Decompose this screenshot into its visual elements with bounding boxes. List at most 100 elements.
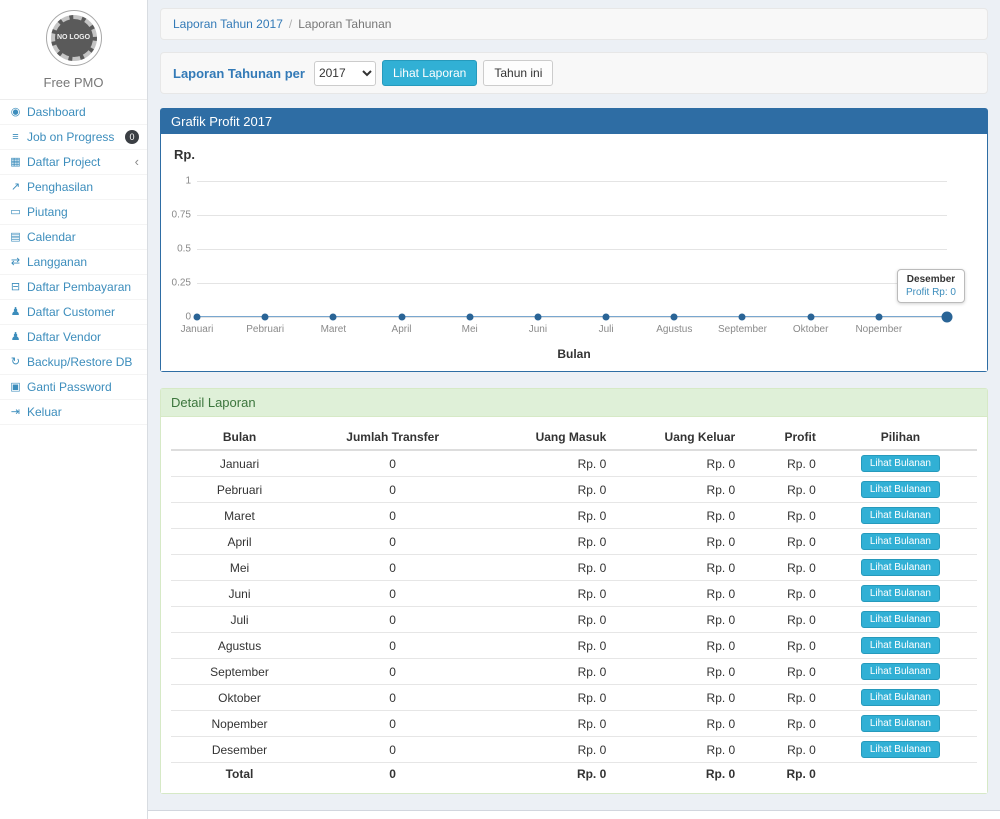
cell-uang-keluar: Rp. 0 bbox=[614, 633, 743, 659]
data-point-nopember[interactable] bbox=[875, 314, 882, 321]
cell-profit-total: Rp. 0 bbox=[743, 763, 824, 786]
y-axis-title: Rp. bbox=[174, 147, 195, 162]
cell-bulan: Oktober bbox=[171, 685, 308, 711]
cell-uang-masuk: Rp. 0 bbox=[477, 555, 614, 581]
lihat-bulanan-button[interactable]: Lihat Bulanan bbox=[861, 481, 940, 498]
x-tick-label: Pebruari bbox=[246, 324, 284, 335]
lihat-bulanan-button[interactable]: Lihat Bulanan bbox=[861, 585, 940, 602]
cell-profit: Rp. 0 bbox=[743, 633, 824, 659]
count-badge: 0 bbox=[125, 130, 139, 144]
cell-bulan: Juli bbox=[171, 607, 308, 633]
password-lock-icon: ▣ bbox=[8, 380, 23, 394]
cell-uang-masuk: Rp. 0 bbox=[477, 503, 614, 529]
sidebar-item-daftar-vendor[interactable]: ♟Daftar Vendor bbox=[0, 325, 147, 350]
chart-gridline bbox=[197, 283, 947, 284]
data-point-agustus[interactable] bbox=[671, 314, 678, 321]
data-point-mei[interactable] bbox=[466, 314, 473, 321]
column-header-profit: Profit bbox=[743, 425, 824, 450]
lihat-bulanan-button[interactable]: Lihat Bulanan bbox=[861, 715, 940, 732]
cell-pilihan: Lihat Bulanan bbox=[824, 685, 977, 711]
lihat-bulanan-button[interactable]: Lihat Bulanan bbox=[861, 455, 940, 472]
cell-bulan-total: Total bbox=[171, 763, 308, 786]
chart-gridline bbox=[197, 215, 947, 216]
data-point-oktober[interactable] bbox=[807, 314, 814, 321]
cell-uang-masuk: Rp. 0 bbox=[477, 737, 614, 763]
lihat-bulanan-button[interactable]: Lihat Bulanan bbox=[861, 507, 940, 524]
brand-name: Free PMO bbox=[0, 75, 147, 90]
data-point-maret[interactable] bbox=[330, 314, 337, 321]
cell-jumlah-transfer: 0 bbox=[308, 529, 477, 555]
data-point-desember[interactable] bbox=[942, 312, 953, 323]
chart-plot: 10.750.50.250JanuariPebruariMaretAprilMe… bbox=[197, 181, 947, 317]
chart-panel-title: Grafik Profit 2017 bbox=[161, 109, 987, 134]
cell-uang-masuk: Rp. 0 bbox=[477, 711, 614, 737]
sidebar-item-daftar-pembayaran[interactable]: ⊟Daftar Pembayaran bbox=[0, 275, 147, 300]
data-point-juli[interactable] bbox=[603, 314, 610, 321]
cell-bulan: Juni bbox=[171, 581, 308, 607]
data-point-pebruari[interactable] bbox=[262, 314, 269, 321]
column-header-bulan: Bulan bbox=[171, 425, 308, 450]
table-row-pebruari: Pebruari0Rp. 0Rp. 0Rp. 0Lihat Bulanan bbox=[171, 477, 977, 503]
sidebar-item-piutang[interactable]: ▭Piutang bbox=[0, 200, 147, 225]
main-content: Laporan Tahun 2017/Laporan Tahunan Lapor… bbox=[148, 0, 1000, 819]
table-row-agustus: Agustus0Rp. 0Rp. 0Rp. 0Lihat Bulanan bbox=[171, 633, 977, 659]
sidebar-item-backup-restore-db[interactable]: ↻Backup/Restore DB bbox=[0, 350, 147, 375]
chart-gridline bbox=[197, 181, 947, 182]
cell-uang-keluar: Rp. 0 bbox=[614, 581, 743, 607]
cell-jumlah-transfer: 0 bbox=[308, 737, 477, 763]
cell-bulan: September bbox=[171, 659, 308, 685]
calendar-icon: ▤ bbox=[8, 230, 23, 244]
lihat-bulanan-button[interactable]: Lihat Bulanan bbox=[861, 533, 940, 550]
sidebar-item-keluar[interactable]: ⇥Keluar bbox=[0, 400, 147, 425]
sidebar-item-langganan[interactable]: ⇄Langganan bbox=[0, 250, 147, 275]
lihat-bulanan-button[interactable]: Lihat Bulanan bbox=[861, 741, 940, 758]
cell-profit: Rp. 0 bbox=[743, 659, 824, 685]
sidebar-item-label: Backup/Restore DB bbox=[27, 355, 139, 369]
x-tick-label: Juni bbox=[529, 324, 547, 335]
data-point-april[interactable] bbox=[398, 314, 405, 321]
cell-jumlah-transfer-total: 0 bbox=[308, 763, 477, 786]
lihat-laporan-button[interactable]: Lihat Laporan bbox=[382, 60, 477, 86]
lihat-bulanan-button[interactable]: Lihat Bulanan bbox=[861, 637, 940, 654]
sidebar-item-label: Daftar Pembayaran bbox=[27, 280, 139, 294]
lihat-bulanan-button[interactable]: Lihat Bulanan bbox=[861, 689, 940, 706]
sidebar-item-penghasilan[interactable]: ↗Penghasilan bbox=[0, 175, 147, 200]
sidebar-item-label: Daftar Customer bbox=[27, 305, 139, 319]
lihat-bulanan-button[interactable]: Lihat Bulanan bbox=[861, 559, 940, 576]
x-tick-label: Juli bbox=[599, 324, 614, 335]
sidebar-item-ganti-password[interactable]: ▣Ganti Password bbox=[0, 375, 147, 400]
x-tick-label: Januari bbox=[181, 324, 214, 335]
cell-uang-keluar: Rp. 0 bbox=[614, 555, 743, 581]
column-header-uang-masuk: Uang Masuk bbox=[477, 425, 614, 450]
table-row-april: April0Rp. 0Rp. 0Rp. 0Lihat Bulanan bbox=[171, 529, 977, 555]
cell-jumlah-transfer: 0 bbox=[308, 633, 477, 659]
chart-tooltip: Desember Profit Rp: 0 bbox=[897, 269, 965, 303]
sidebar-item-calendar[interactable]: ▤Calendar bbox=[0, 225, 147, 250]
tooltip-month: Desember bbox=[906, 274, 956, 285]
sidebar-item-daftar-customer[interactable]: ♟Daftar Customer bbox=[0, 300, 147, 325]
data-point-september[interactable] bbox=[739, 314, 746, 321]
cell-bulan: April bbox=[171, 529, 308, 555]
year-select[interactable]: 2017 bbox=[314, 61, 376, 86]
breadcrumb: Laporan Tahun 2017/Laporan Tahunan bbox=[160, 8, 988, 40]
filter-label: Laporan Tahunan per bbox=[173, 66, 305, 81]
data-point-juni[interactable] bbox=[534, 314, 541, 321]
credit-card-icon: ▭ bbox=[8, 205, 23, 219]
breadcrumb-link-laporan-tahun[interactable]: Laporan Tahun 2017 bbox=[173, 17, 283, 31]
cell-uang-keluar: Rp. 0 bbox=[614, 659, 743, 685]
no-logo-stamp-icon: NO LOGO bbox=[51, 15, 97, 61]
breadcrumb-separator: / bbox=[289, 17, 292, 31]
sidebar-item-dashboard[interactable]: ◉Dashboard bbox=[0, 100, 147, 125]
cell-jumlah-transfer: 0 bbox=[308, 503, 477, 529]
lihat-bulanan-button[interactable]: Lihat Bulanan bbox=[861, 611, 940, 628]
tahun-ini-button[interactable]: Tahun ini bbox=[483, 60, 553, 86]
lihat-bulanan-button[interactable]: Lihat Bulanan bbox=[861, 663, 940, 680]
table-row-total: Total0Rp. 0Rp. 0Rp. 0 bbox=[171, 763, 977, 786]
sidebar-item-label: Daftar Project bbox=[27, 155, 135, 169]
cell-bulan: Nopember bbox=[171, 711, 308, 737]
data-point-januari[interactable] bbox=[194, 314, 201, 321]
sidebar-item-daftar-project[interactable]: ▦Daftar Project‹ bbox=[0, 150, 147, 175]
cell-uang-keluar: Rp. 0 bbox=[614, 450, 743, 477]
cell-bulan: Januari bbox=[171, 450, 308, 477]
sidebar-item-job-on-progress[interactable]: ≡Job on Progress0 bbox=[0, 125, 147, 150]
